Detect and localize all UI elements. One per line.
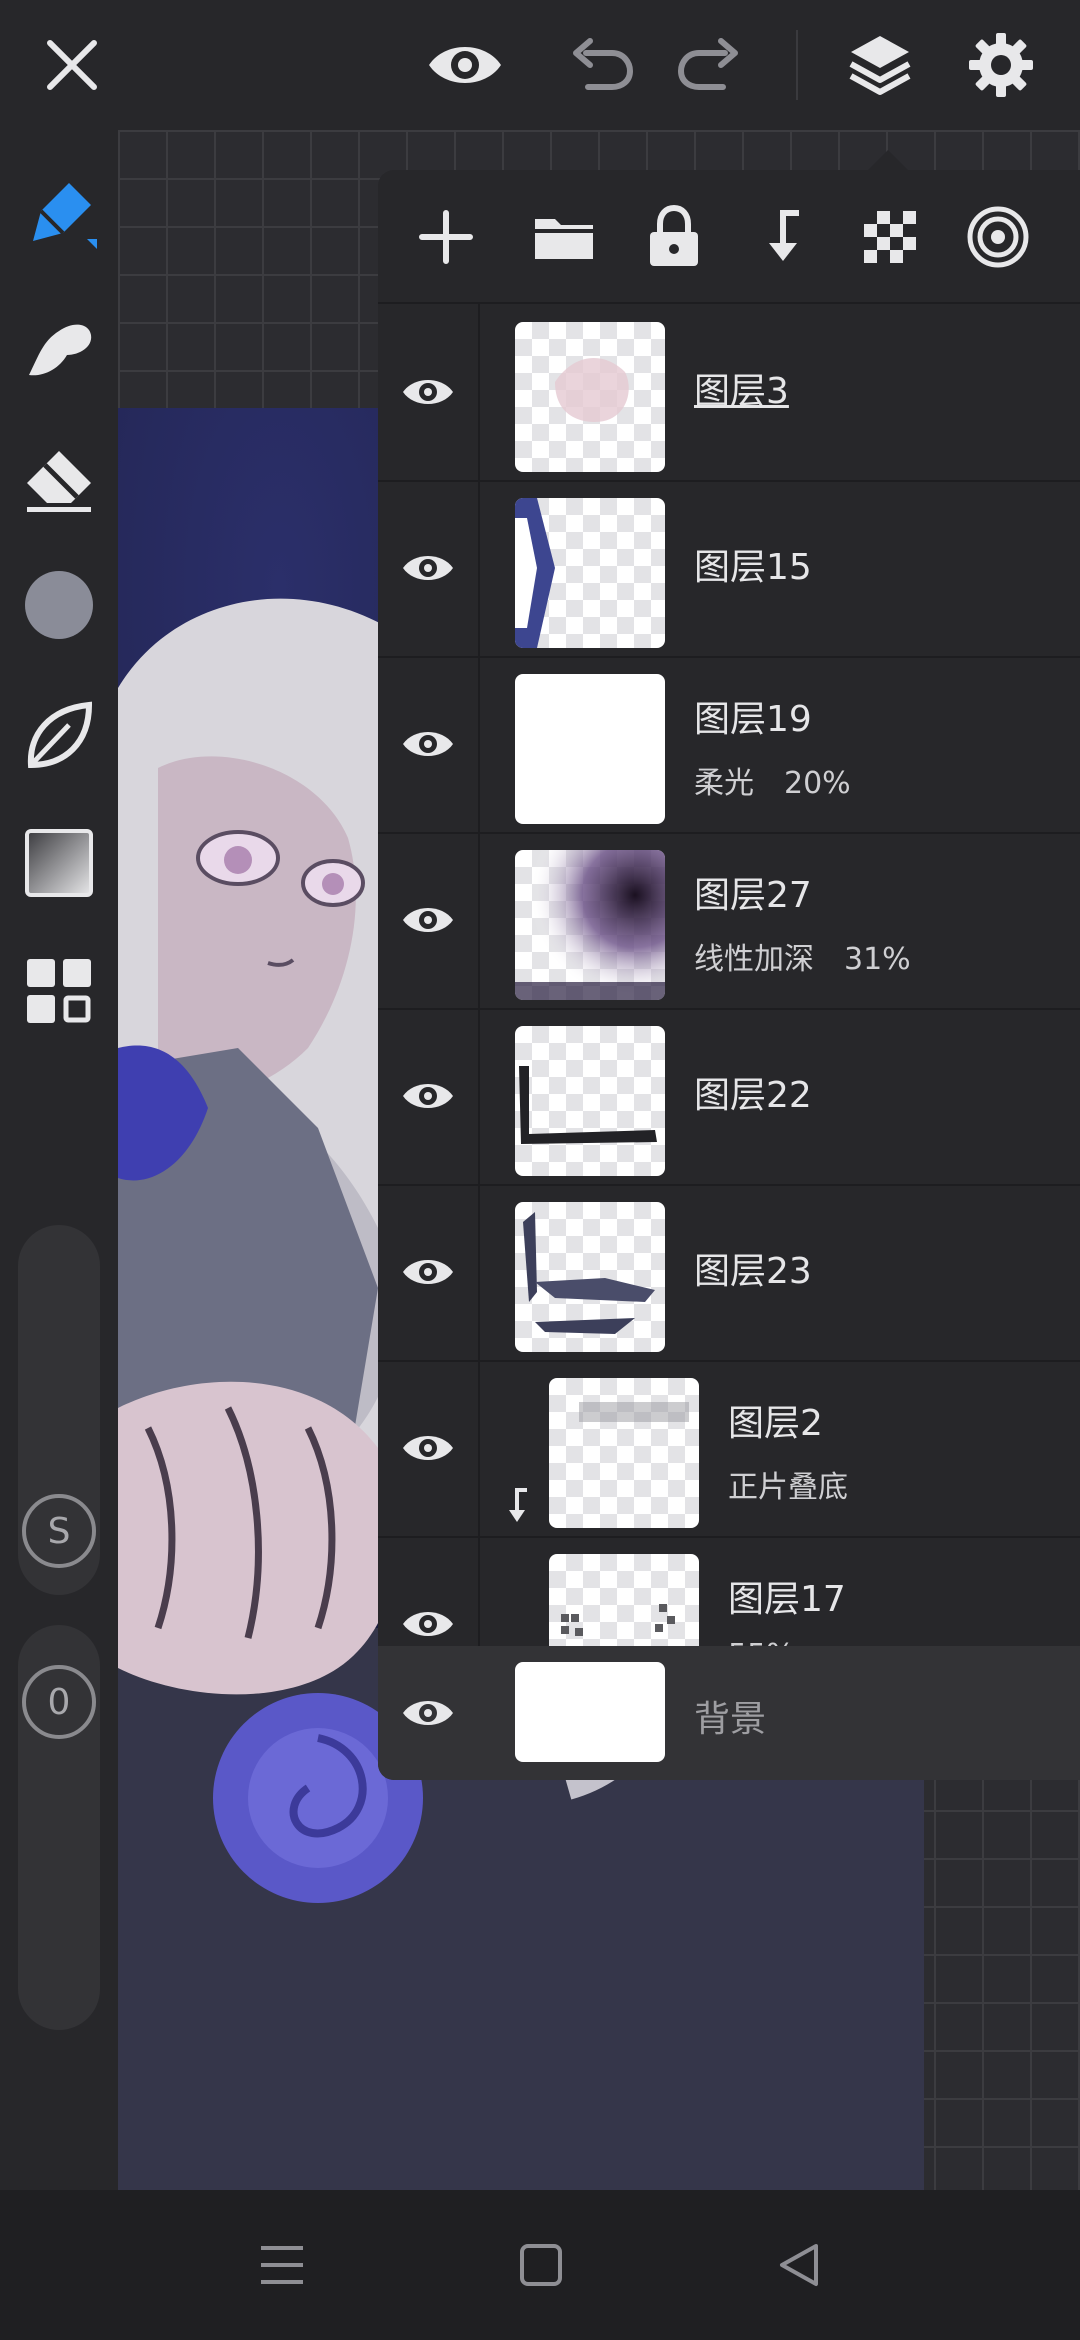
layer-row[interactable]: 图层23 <box>378 1184 1080 1362</box>
layer-visibility[interactable] <box>378 656 480 832</box>
undo-icon[interactable] <box>551 20 651 110</box>
layer-name: 图层2 <box>728 1403 823 1444</box>
layer-list: 图层3 图层15 图层19 柔光 20% 图层27 线性加深 31% 图层22 … <box>378 304 1080 1780</box>
toolbar-divider <box>796 30 798 100</box>
target-icon[interactable] <box>953 192 1043 282</box>
top-toolbar <box>0 0 1080 130</box>
layer-row[interactable]: 图层15 <box>378 480 1080 658</box>
eye-icon[interactable] <box>415 20 515 110</box>
layer-visibility[interactable] <box>378 832 480 1008</box>
layer-row[interactable]: 图层22 <box>378 1008 1080 1186</box>
back-icon[interactable] <box>759 2230 839 2300</box>
layer-name: 图层3 <box>694 371 789 412</box>
layer-thumbnail <box>515 1662 665 1762</box>
layer-thumbnail <box>515 1026 665 1176</box>
layer-thumbnail <box>515 1202 665 1352</box>
layer-name: 图层22 <box>694 1075 812 1116</box>
lock-icon[interactable] <box>629 192 719 282</box>
layer-blend-mode: 正片叠底 <box>728 1470 848 1505</box>
redo-icon[interactable] <box>660 20 760 110</box>
background-layer-row[interactable]: 背景 <box>378 1646 1080 1780</box>
layer-row[interactable]: 图层19 柔光 20% <box>378 656 1080 834</box>
size-label: S <box>22 1494 96 1568</box>
merge-down-icon[interactable] <box>738 192 828 282</box>
menu-icon[interactable] <box>242 2230 322 2300</box>
close-icon[interactable] <box>22 20 122 110</box>
eraser-icon[interactable] <box>14 430 104 520</box>
layer-name: 图层19 <box>694 699 812 740</box>
grid-icon[interactable] <box>14 946 104 1036</box>
checker-icon[interactable] <box>845 192 935 282</box>
settings-icon[interactable] <box>951 20 1051 110</box>
layers-actions <box>378 170 1080 304</box>
layer-name: 图层17 <box>728 1579 846 1620</box>
layer-visibility[interactable] <box>378 304 480 480</box>
leaf-icon[interactable] <box>14 690 104 780</box>
layer-thumbnail <box>515 674 665 824</box>
folder-icon[interactable] <box>519 192 609 282</box>
layer-name: 图层23 <box>694 1251 812 1292</box>
layer-visibility[interactable] <box>378 1184 480 1360</box>
smudge-icon[interactable] <box>14 300 104 390</box>
home-icon[interactable] <box>501 2230 581 2300</box>
layer-name: 图层15 <box>694 547 812 588</box>
layers-panel: 图层3 图层15 图层19 柔光 20% 图层27 线性加深 31% 图层22 … <box>378 170 1080 1780</box>
opacity-label: 0 <box>22 1665 96 1739</box>
layer-name: 背景 <box>694 1699 767 1740</box>
layer-visibility[interactable] <box>378 1360 480 1536</box>
layer-thumbnail <box>515 850 665 1000</box>
layer-name: 图层27 <box>694 875 812 916</box>
layer-thumbnail <box>549 1378 699 1528</box>
panel-pointer <box>866 150 910 172</box>
clipping-arrow-icon <box>503 1486 533 1530</box>
layer-row[interactable]: 图层27 线性加深 31% <box>378 832 1080 1010</box>
add-icon[interactable] <box>401 192 491 282</box>
layer-thumbnail <box>515 322 665 472</box>
layer-row[interactable]: 图层2 正片叠底 <box>378 1360 1080 1538</box>
pen-icon[interactable] <box>14 172 104 262</box>
layer-blend-mode: 柔光 20% <box>694 766 851 801</box>
color-icon[interactable] <box>14 560 104 650</box>
layer-visibility[interactable] <box>378 1646 478 1780</box>
layer-row[interactable]: 图层3 <box>378 304 1080 482</box>
system-nav-bar <box>0 2190 1080 2340</box>
layer-visibility[interactable] <box>378 480 480 656</box>
layer-visibility[interactable] <box>378 1008 480 1184</box>
gradient-icon[interactable] <box>14 818 104 908</box>
layer-thumbnail <box>515 498 665 648</box>
layers-icon[interactable] <box>830 20 930 110</box>
layer-blend-mode: 线性加深 31% <box>694 942 911 977</box>
